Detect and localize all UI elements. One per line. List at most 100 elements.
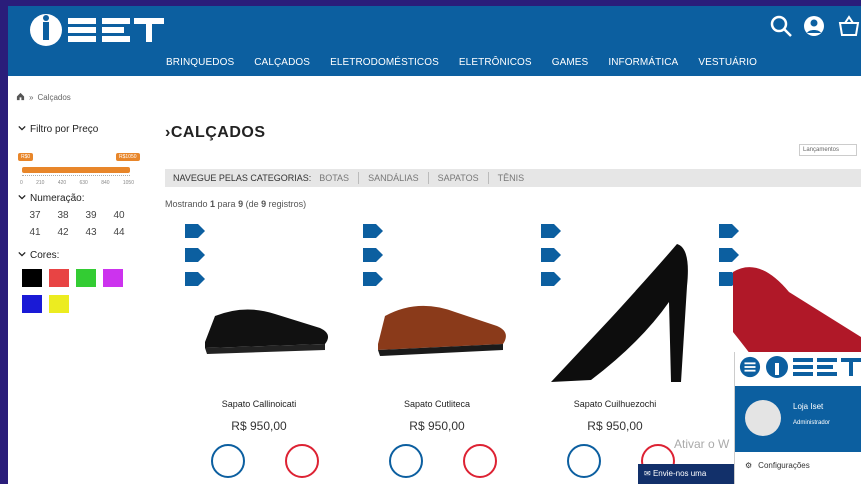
settings-label: Configurações — [758, 461, 810, 470]
category-bar: NAVEGUE PELAS CATEGORIAS: BOTAS SANDÁLIA… — [165, 169, 861, 187]
chat-widget-label: Envie-nos uma — [652, 469, 707, 478]
color-swatch-green[interactable] — [76, 269, 96, 287]
size-option[interactable]: 40 — [108, 210, 130, 221]
menu-icon[interactable] — [739, 356, 761, 383]
cart-icon[interactable] — [837, 14, 861, 38]
price-slider-ticks — [22, 175, 130, 179]
header-icons — [769, 14, 861, 38]
avatar[interactable] — [745, 400, 781, 436]
catalog-main: ›CALÇADOS Lançamentos NAVEGUE PELAS CATE… — [165, 124, 861, 478]
main-nav: BRINQUEDOS CALÇADOS ELETRODOMÉSTICOS ELE… — [166, 57, 757, 68]
nav-item-eletronicos[interactable]: ELETRÔNICOS — [459, 57, 532, 68]
breadcrumb-separator: » — [29, 93, 34, 102]
search-icon[interactable] — [769, 14, 793, 38]
price-slider[interactable]: R$0 R$1050 0 210 420 630 840 1050 — [18, 141, 143, 186]
nav-item-brinquedos[interactable]: BRINQUEDOS — [166, 57, 234, 68]
chevron-down-icon — [18, 124, 26, 135]
results-count: Mostrando 1 para 9 (de 9 registros) — [165, 199, 306, 209]
category-link-sapatos[interactable]: SAPATOS — [438, 173, 479, 183]
add-to-cart-button[interactable] — [389, 444, 423, 478]
settings-link[interactable]: ⚙ Configurações — [735, 452, 861, 479]
nav-item-eletrodomesticos[interactable]: ELETRODOMÉSTICOS — [330, 57, 439, 68]
logo-icon — [30, 14, 164, 46]
admin-panel-header — [735, 352, 861, 386]
color-swatch-red[interactable] — [49, 269, 69, 287]
price-scale-value: 420 — [57, 180, 67, 186]
color-filter-title: Cores: — [30, 250, 60, 261]
product-name[interactable]: Sapato Cutliteca — [353, 399, 521, 409]
user-name: Loja Iset — [793, 402, 824, 411]
product-price: R$ 950,00 — [409, 419, 465, 433]
price-scale-value: 1050 — [122, 180, 134, 186]
size-option[interactable]: 37 — [24, 210, 46, 221]
color-swatches — [22, 269, 143, 313]
product-price: R$ 950,00 — [587, 419, 643, 433]
nav-item-games[interactable]: GAMES — [552, 57, 589, 68]
favorite-button[interactable] — [285, 444, 319, 478]
page-title-text: CALÇADOS — [170, 124, 266, 141]
category-link-sandalias[interactable]: SANDÁLIAS — [368, 173, 419, 183]
price-max-tag: R$1050 — [116, 153, 140, 161]
color-swatch-purple[interactable] — [103, 269, 123, 287]
sort-select[interactable]: Lançamentos — [799, 144, 857, 156]
results-text: para — [215, 199, 239, 209]
site-header: BRINQUEDOS CALÇADOS ELETRODOMÉSTICOS ELE… — [8, 6, 861, 76]
results-text: (de — [243, 199, 262, 209]
breadcrumb: » Calçados — [16, 92, 71, 103]
favorite-button[interactable] — [463, 444, 497, 478]
user-role: Administrador — [793, 420, 831, 426]
filter-sidebar: Filtro por Preço R$0 R$1050 0 210 420 63… — [18, 124, 143, 313]
category-link-tenis[interactable]: TÊNIS — [498, 173, 525, 183]
mail-icon: ✉ — [644, 469, 651, 478]
product-card[interactable]: Sapato Callinoicati R$ 950,00 — [175, 224, 343, 484]
price-filter-header[interactable]: Filtro por Preço — [18, 124, 143, 135]
color-filter-header[interactable]: Cores: — [18, 250, 143, 261]
category-divider — [427, 172, 429, 184]
price-scale-value: 0 — [20, 180, 23, 186]
color-swatch-blue[interactable] — [22, 295, 42, 313]
size-option[interactable]: 42 — [52, 227, 74, 238]
product-name[interactable]: Sapato Cuilhuezochi — [531, 399, 699, 409]
user-icon[interactable] — [803, 14, 827, 38]
gear-icon: ⚙ — [745, 461, 753, 470]
home-icon[interactable] — [16, 92, 25, 103]
results-text: registros) — [266, 199, 307, 209]
chevron-down-icon — [18, 250, 26, 261]
color-swatch-yellow[interactable] — [49, 295, 69, 313]
page-title: ›CALÇADOS — [165, 124, 861, 142]
nav-item-calcados[interactable]: CALÇADOS — [254, 57, 310, 68]
category-link-botas[interactable]: BOTAS — [319, 173, 349, 183]
results-text: Mostrando — [165, 199, 211, 209]
price-slider-track[interactable] — [22, 167, 130, 173]
category-divider — [487, 172, 489, 184]
price-scale-value: 210 — [36, 180, 45, 186]
price-filter-title: Filtro por Preço — [30, 124, 99, 135]
site-logo[interactable] — [28, 12, 168, 48]
product-actions — [211, 444, 319, 478]
nav-item-vestuario[interactable]: VESTUÁRIO — [698, 57, 757, 68]
nav-item-informatica[interactable]: INFORMÁTICA — [608, 57, 678, 68]
size-option[interactable]: 44 — [108, 227, 130, 238]
product-name[interactable]: Sapato Callinoicati — [175, 399, 343, 409]
add-to-cart-button[interactable] — [567, 444, 601, 478]
breadcrumb-current: Calçados — [37, 93, 71, 102]
activation-watermark: Ativar o W — [674, 437, 730, 451]
price-scale-value: 840 — [101, 180, 110, 186]
admin-logo — [765, 355, 861, 384]
color-swatch-black[interactable] — [22, 269, 42, 287]
size-option[interactable]: 39 — [80, 210, 102, 221]
chat-widget-button[interactable]: ✉ Envie-nos uma — [638, 464, 734, 484]
product-image[interactable] — [541, 232, 691, 392]
size-option[interactable]: 41 — [24, 227, 46, 238]
add-to-cart-button[interactable] — [211, 444, 245, 478]
size-filter-header[interactable]: Numeração: — [18, 193, 143, 204]
product-card[interactable]: Sapato Cutliteca R$ 950,00 — [353, 224, 521, 484]
product-image[interactable] — [363, 232, 513, 392]
product-image[interactable] — [185, 232, 335, 392]
product-actions — [389, 444, 497, 478]
size-option[interactable]: 38 — [52, 210, 74, 221]
category-bar-label: NAVEGUE PELAS CATEGORIAS: — [173, 173, 312, 183]
size-option[interactable]: 43 — [80, 227, 102, 238]
admin-user-info: Loja Iset Administrador — [735, 386, 861, 452]
size-filter-title: Numeração: — [30, 193, 85, 204]
